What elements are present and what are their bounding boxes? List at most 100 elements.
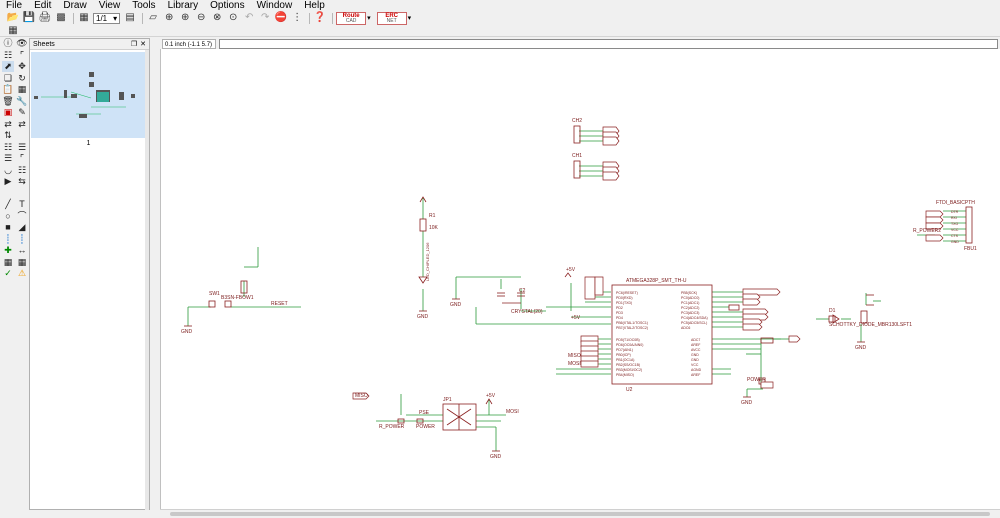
split-icon[interactable]: ◡ [2,165,14,176]
crystal-label: CRYSTAL(20) [511,309,543,315]
menu-bar: File Edit Draw View Tools Library Option… [0,0,1000,11]
undo-icon[interactable]: ↶ [242,12,256,24]
vcc-label: +5V [486,393,496,399]
zoom-fit-icon[interactable]: ⊕ [162,12,176,24]
zoom-select-icon[interactable]: ⊙ [226,12,240,24]
horizontal-scrollbar-thumb[interactable] [170,512,990,516]
mosi-label: MOSI [506,409,519,415]
cam-icon[interactable]: ▩ [54,12,68,24]
sheet-combo[interactable]: 1/1 ▾ [93,12,121,24]
gnd-label: GND [855,345,867,351]
menu-edit[interactable]: Edit [28,0,57,11]
zoom-out-icon[interactable]: ⊖ [194,12,208,24]
group-icon[interactable]: ▣ [2,107,14,118]
coordinate-display: 0.1 inch (-1.1 5.7) [162,38,216,49]
route-button[interactable]: Route CAD [336,11,367,25]
mirror-icon[interactable]: ▦ [16,84,28,95]
wire-icon[interactable]: ╱ [2,199,14,210]
wrench-icon[interactable]: 🔧 [16,96,28,107]
optimize-icon[interactable]: ▶ [2,176,14,187]
mcu-pin-label: AGND [691,368,702,372]
show-icon[interactable]: 👁 [16,38,28,49]
menu-view[interactable]: View [93,0,127,11]
copy-icon[interactable]: ❏ [2,73,14,84]
sheet-number[interactable]: 1 [30,140,147,147]
bus-icon[interactable]: ┊ [2,234,14,245]
ratsnest-icon[interactable]: ⇆ [16,176,28,187]
label-icon[interactable]: ☰ [16,142,28,153]
help-icon[interactable]: ❓ [313,12,327,24]
warning-icon[interactable]: ⚠ [16,268,28,279]
gnd-label: GND [490,454,502,460]
text-icon[interactable]: T [16,199,28,210]
sheet-thumbnail[interactable] [31,52,147,138]
sheets-scrollbar[interactable] [145,50,149,510]
change-icon[interactable]: ✎ [16,107,28,118]
zoom-window-icon[interactable]: ⊗ [210,12,224,24]
eagle-schematic-editor: File Edit Draw View Tools Library Option… [0,0,1000,518]
menu-library[interactable]: Library [162,0,205,11]
rect-icon[interactable]: ■ [2,222,14,233]
menu-help[interactable]: Help [298,0,331,11]
mcu-pin-label: PC2(ADC2) [681,306,699,310]
tool-palette: ⓘ 👁 ☷ ⌜ ⬈ ✥ ❏ ↻ 📋 ▦ 🗑 🔧 ▣ ✎ ⇄ ⇄ ⇅ ☷ ☰ ☰ ⌜ ◡ ☷ ▶ ⇆ ╱ T… [0,38,28,518]
circle-icon[interactable]: ○ [2,211,14,222]
mcu-pin-label: PB3(MOSI/OC2) [616,368,642,372]
mosi-label: MOSI [568,361,581,367]
mcu-pin-label: PD2 [616,306,623,310]
ulp-icon[interactable]: ▱ [146,12,160,24]
dimension-icon[interactable]: ▦ [16,257,28,268]
name-icon[interactable]: ☷ [2,142,14,153]
erc-icon[interactable]: ✓ [2,268,14,279]
chevron-down-icon[interactable]: ▾ [367,14,371,22]
redo-icon[interactable]: ↷ [258,12,272,24]
info-icon[interactable]: ⓘ [2,38,14,49]
paste-icon[interactable]: 📋 [2,84,14,95]
menu-file[interactable]: File [0,0,28,11]
stop-icon[interactable]: ⛔ [274,12,288,24]
chevron-down-icon[interactable]: ▾ [408,14,412,22]
menu-tools[interactable]: Tools [126,0,161,11]
ftdi-pin-label: TXO [951,222,958,226]
menu-options[interactable]: Options [204,0,250,11]
display-icon[interactable]: ☷ [2,50,14,61]
polygon-icon[interactable]: ◢ [16,222,28,233]
open-icon[interactable]: 📂 [6,12,20,24]
board-icon[interactable]: ▦ [77,12,91,24]
select-icon[interactable]: ⬈ [2,61,14,72]
r1-label: R1 [429,213,436,219]
move-icon[interactable]: ✥ [16,61,28,72]
print-icon[interactable]: 🖨 [38,12,52,24]
attribute-icon[interactable]: ▦ [2,257,14,268]
command-input[interactable] [219,38,998,49]
grid-icon[interactable]: ▦ [6,25,20,37]
delete-icon[interactable]: 🗑 [2,96,14,107]
menu-window[interactable]: Window [251,0,299,11]
erc-button[interactable]: ERC NET [376,11,407,25]
invoke-icon[interactable]: ☷ [16,165,28,176]
schematic-canvas[interactable]: CH2 CH1 FTDI_BASICPTH FBU1 ATMEGA328P_SM… [160,49,1000,509]
go-icon[interactable]: ⋮ [290,12,304,24]
junction-icon[interactable]: ✚ [2,245,14,256]
replace-icon[interactable]: ⇄ [2,119,14,130]
save-icon[interactable]: 💾 [22,12,36,24]
pinswap-icon[interactable]: ⇅ [2,130,14,141]
switch-part-label: B3SN-FBOW1 [221,295,254,301]
add-icon[interactable]: ↔ [16,245,28,256]
arc-icon[interactable]: ⌒ [16,211,28,222]
zoom-in-icon[interactable]: ⊕ [178,12,192,24]
gate-icon[interactable]: ⇄ [16,119,28,130]
close-icon[interactable]: ✕ [140,39,146,49]
menu-draw[interactable]: Draw [57,0,92,11]
script-icon[interactable]: ▤ [123,12,137,24]
sheets-panel: Sheets ❐ ✕ 1 [29,38,150,510]
mark-icon[interactable]: ⌜ [16,50,28,61]
mcu-pin-label: GND [691,353,699,357]
smash-icon[interactable]: ☰ [2,153,14,164]
rotate-icon[interactable]: ↻ [16,73,28,84]
net-icon[interactable]: ┊ [16,234,28,245]
horizontal-scrollbar[interactable] [160,509,1000,518]
ftdi-label: FTDI_BASICPTH [936,200,975,206]
restore-icon[interactable]: ❐ [131,39,137,49]
miter-icon[interactable]: ⌜ [16,153,28,164]
